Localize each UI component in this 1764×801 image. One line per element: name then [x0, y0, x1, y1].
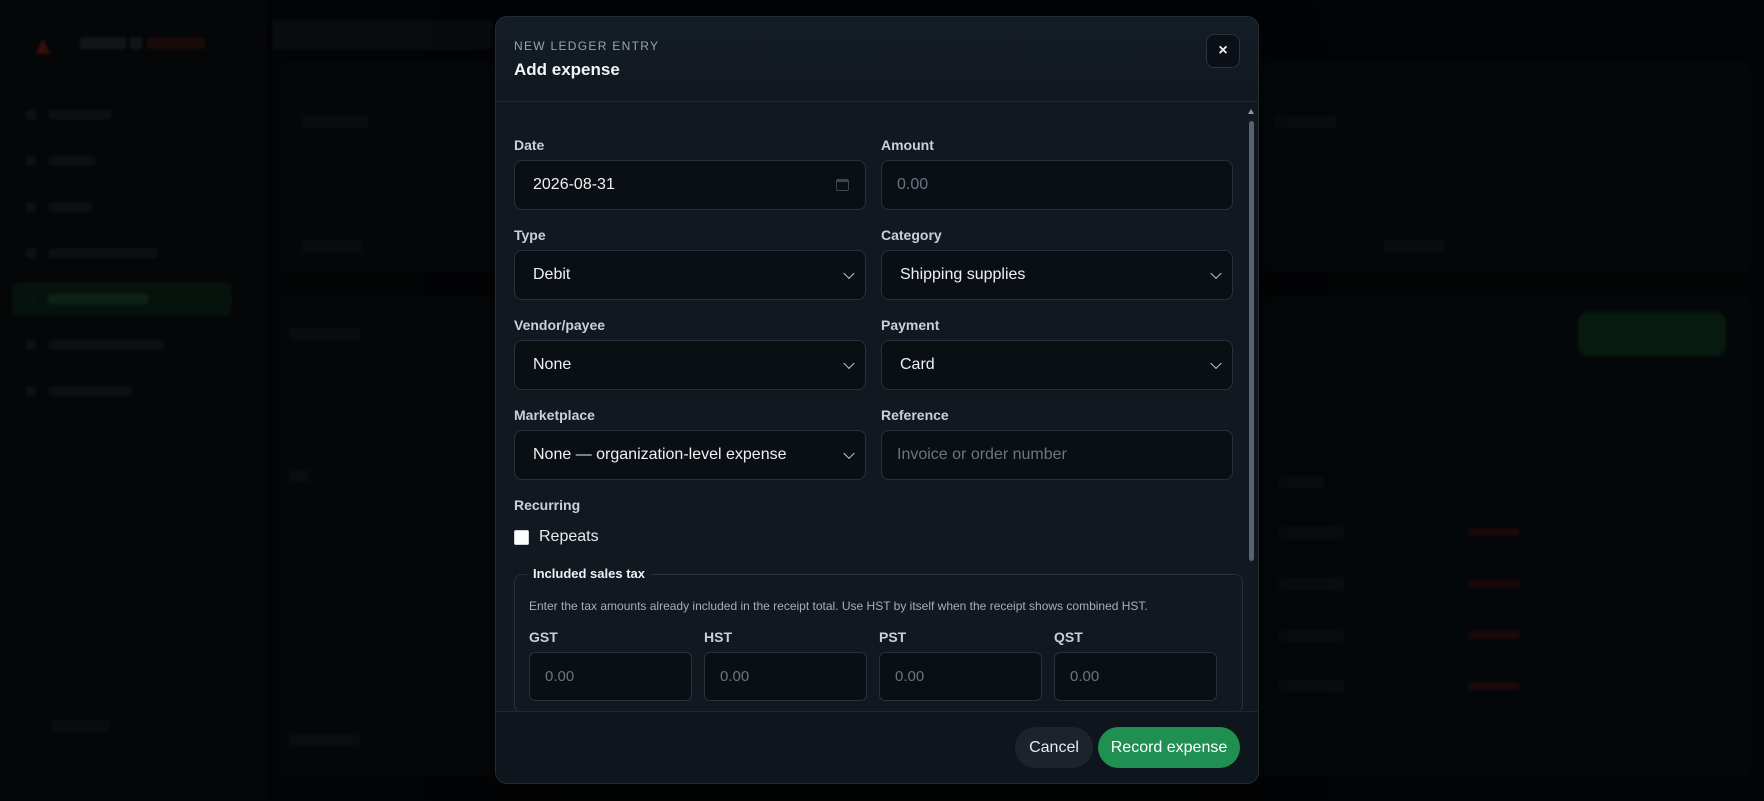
amount-label: Amount	[881, 137, 934, 153]
dialog-scrollbar[interactable]	[1248, 109, 1255, 724]
calendar-icon[interactable]	[836, 179, 849, 191]
category-value: Shipping supplies	[900, 266, 1026, 283]
payment-label: Payment	[881, 317, 940, 333]
sales-tax-fieldset: Included sales tax Enter the tax amounts…	[514, 566, 1243, 713]
dialog-footer: Cancel Record expense	[496, 711, 1258, 783]
scroll-thumb[interactable]	[1249, 121, 1254, 561]
repeats-checkbox[interactable]	[514, 529, 529, 545]
gst-label: GST	[529, 629, 558, 645]
category-label: Category	[881, 227, 942, 243]
type-select[interactable]: Debit	[514, 250, 866, 300]
cancel-button[interactable]: Cancel	[1015, 727, 1093, 768]
hst-input[interactable]: 0.00	[704, 652, 867, 701]
chevron-down-icon	[843, 447, 855, 460]
dialog-body: Date 2026-08-31 Amount 0.00 Type Debit C…	[496, 103, 1258, 713]
hst-placeholder: 0.00	[720, 668, 750, 685]
date-input[interactable]: 2026-08-31	[514, 160, 866, 210]
add-expense-dialog: NEW LEDGER ENTRY Add expense × Date 2026…	[495, 16, 1259, 784]
marketplace-select[interactable]: None — organization-level expense	[514, 430, 866, 480]
amount-placeholder: 0.00	[897, 176, 929, 193]
category-select[interactable]: Shipping supplies	[881, 250, 1233, 300]
type-label: Type	[514, 227, 546, 243]
pst-label: PST	[879, 629, 907, 645]
vendor-value: None	[533, 356, 572, 373]
chevron-down-icon	[843, 267, 855, 280]
gst-placeholder: 0.00	[545, 668, 575, 685]
chevron-down-icon	[1210, 357, 1222, 370]
payment-select[interactable]: Card	[881, 340, 1233, 390]
amount-input[interactable]: 0.00	[881, 160, 1233, 210]
marketplace-value: None — organization-level expense	[533, 446, 787, 463]
date-label: Date	[514, 137, 545, 153]
dialog-title: Add expense	[514, 60, 620, 79]
record-expense-button[interactable]: Record expense	[1098, 727, 1240, 768]
date-value: 2026-08-31	[533, 176, 615, 193]
close-icon: ×	[1218, 42, 1228, 59]
payment-value: Card	[900, 356, 935, 373]
hst-label: HST	[704, 629, 732, 645]
pst-input[interactable]: 0.00	[879, 652, 1042, 701]
chevron-down-icon	[1210, 267, 1222, 280]
chevron-down-icon	[843, 357, 855, 370]
repeats-option[interactable]: Repeats	[514, 528, 599, 546]
dialog-header: NEW LEDGER ENTRY Add expense ×	[496, 17, 1258, 102]
dialog-eyebrow: NEW LEDGER ENTRY	[514, 39, 660, 53]
qst-input[interactable]: 0.00	[1054, 652, 1217, 701]
sales-tax-legend: Included sales tax	[527, 566, 651, 581]
sales-tax-note: Enter the tax amounts already included i…	[529, 599, 1148, 613]
close-button[interactable]: ×	[1206, 34, 1240, 68]
reference-label: Reference	[881, 407, 949, 423]
qst-label: QST	[1054, 629, 1083, 645]
reference-placeholder: Invoice or order number	[897, 446, 1067, 463]
recurring-label: Recurring	[514, 497, 581, 513]
qst-placeholder: 0.00	[1070, 668, 1100, 685]
repeats-label[interactable]: Repeats	[539, 528, 599, 546]
pst-placeholder: 0.00	[895, 668, 925, 685]
marketplace-label: Marketplace	[514, 407, 595, 423]
scroll-up-icon[interactable]	[1248, 109, 1254, 114]
vendor-select[interactable]: None	[514, 340, 866, 390]
vendor-label: Vendor/payee	[514, 317, 606, 333]
gst-input[interactable]: 0.00	[529, 652, 692, 701]
reference-input[interactable]: Invoice or order number	[881, 430, 1233, 480]
type-value: Debit	[533, 266, 571, 283]
